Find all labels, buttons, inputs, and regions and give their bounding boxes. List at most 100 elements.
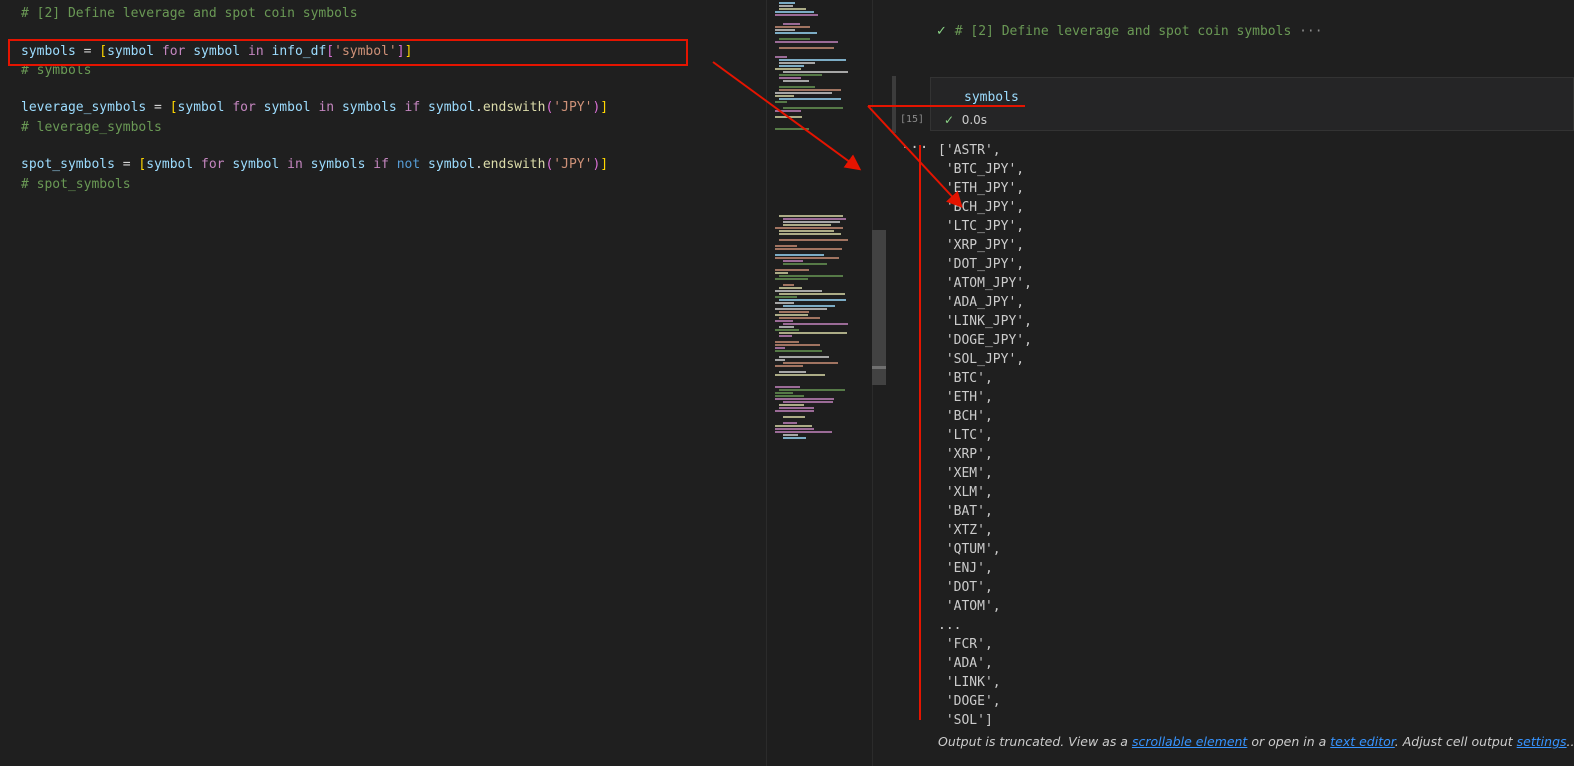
- minimap-line: [775, 290, 822, 292]
- minimap-line: [775, 314, 808, 316]
- minimap-line: [779, 230, 834, 232]
- minimap-line: [775, 56, 787, 58]
- minimap-line: [775, 32, 817, 34]
- cell-output: ['ASTR', 'BTC_JPY', 'ETH_JPY', 'BCH_JPY'…: [938, 141, 1032, 730]
- execution-status: ✓ 0.0s: [944, 113, 987, 127]
- minimap-line: [775, 350, 822, 352]
- minimap-line: [779, 299, 846, 301]
- output-line: 'SOL']: [938, 713, 993, 728]
- minimap-line: [779, 215, 843, 217]
- code-line-spot-symbols: spot_symbols = [symbol for symbol in sym…: [21, 157, 609, 172]
- check-icon: ✓: [936, 24, 947, 39]
- minimap-line: [783, 263, 827, 265]
- minimap-line: [783, 305, 835, 307]
- minimap-line: [775, 26, 810, 28]
- minimap-line: [783, 221, 840, 223]
- minimap-line: [775, 14, 818, 16]
- minimap-line: [775, 296, 797, 298]
- minimap-line: [779, 8, 806, 10]
- minimap-line: [775, 110, 801, 112]
- settings-link[interactable]: settings: [1517, 734, 1567, 749]
- code-editor[interactable]: # [2] Define leverage and spot coin symb…: [0, 0, 766, 766]
- minimap-line: [775, 308, 827, 310]
- minimap-line: [775, 428, 814, 430]
- minimap-line: [779, 65, 804, 67]
- minimap-line: [783, 434, 798, 436]
- minimap-line: [783, 23, 800, 25]
- minimap-line: [775, 101, 787, 103]
- minimap-line: [779, 275, 843, 277]
- minimap-line: [775, 41, 838, 43]
- minimap-line: [779, 86, 815, 88]
- minimap-line: [779, 77, 801, 79]
- minimap-line: [775, 302, 794, 304]
- code-line-comment-spot: # spot_symbols: [21, 177, 131, 192]
- minimap-line: [779, 389, 845, 391]
- minimap-line: [783, 107, 843, 109]
- minimap-line: [783, 437, 806, 439]
- minimap-line: [775, 254, 824, 256]
- minimap-line: [779, 332, 847, 334]
- minimap-line: [779, 356, 829, 358]
- minimap-line: [779, 38, 810, 40]
- output-truncated-notice: Output is truncated. View as a scrollabl…: [938, 734, 1574, 749]
- minimap-line: [775, 395, 804, 397]
- output-line: 'ATOM_JPY',: [938, 276, 1032, 291]
- output-line: 'DOGE',: [938, 694, 1001, 709]
- output-line: 'ETH',: [938, 390, 993, 405]
- output-line: 'DOT',: [938, 580, 993, 595]
- code-cell-input[interactable]: [930, 77, 1574, 131]
- output-line: 'LTC_JPY',: [938, 219, 1025, 234]
- minimap-line: [775, 272, 788, 274]
- minimap-line: [775, 344, 820, 346]
- cell-source[interactable]: symbols: [964, 88, 1019, 107]
- output-line: 'LINK_JPY',: [938, 314, 1032, 329]
- minimap-line: [783, 224, 831, 226]
- output-line: 'SOL_JPY',: [938, 352, 1025, 367]
- output-line: 'XLM',: [938, 485, 993, 500]
- output-line: 'DOGE_JPY',: [938, 333, 1032, 348]
- minimap-line: [779, 407, 814, 409]
- minimap-line: [775, 245, 797, 247]
- output-line: ...: [938, 618, 962, 633]
- output-line: 'ATOM',: [938, 599, 1001, 614]
- code-line-comment-leverage: # leverage_symbols: [21, 120, 162, 135]
- minimap-line: [779, 47, 834, 49]
- minimap-line: [775, 341, 799, 343]
- minimap-line: [779, 311, 809, 313]
- execution-count: [15]: [900, 114, 925, 125]
- minimap-line: [779, 293, 845, 295]
- minimap-line: [783, 284, 794, 286]
- scrollbar-thumb[interactable]: [872, 230, 886, 385]
- minimap-line: [779, 239, 848, 241]
- output-line: 'LTC',: [938, 428, 993, 443]
- scrollable-element-link[interactable]: scrollable element: [1132, 734, 1247, 749]
- minimap-line: [779, 371, 806, 373]
- output-line: 'BTC_JPY',: [938, 162, 1025, 177]
- output-line: 'BCH',: [938, 409, 993, 424]
- output-line: 'ENJ',: [938, 561, 993, 576]
- output-line: 'BCH_JPY',: [938, 200, 1025, 215]
- minimap-line: [783, 260, 803, 262]
- markdown-cell-header[interactable]: ✓ # [2] Define leverage and spot coin sy…: [936, 22, 1323, 42]
- output-more-icon[interactable]: ···: [901, 140, 929, 156]
- minimap-line: [775, 392, 793, 394]
- minimap-line: [775, 248, 842, 250]
- output-line: 'QTUM',: [938, 542, 1001, 557]
- minimap-line: [783, 416, 805, 418]
- minimap-line: [779, 233, 841, 235]
- minimap-line: [775, 269, 809, 271]
- check-icon: ✓: [944, 113, 955, 127]
- minimap-line: [779, 89, 841, 91]
- text-editor-link[interactable]: text editor: [1330, 734, 1395, 749]
- minimap-line: [779, 287, 802, 289]
- minimap-line: [775, 359, 785, 361]
- minimap-line: [775, 95, 794, 97]
- minimap-line: [775, 68, 801, 70]
- highlight-box: [8, 39, 688, 66]
- minimap-line: [775, 227, 843, 229]
- minimap-line: [775, 329, 799, 331]
- minimap-line: [783, 71, 848, 73]
- minimap[interactable]: [766, 0, 873, 766]
- more-icon[interactable]: ···: [1299, 24, 1322, 39]
